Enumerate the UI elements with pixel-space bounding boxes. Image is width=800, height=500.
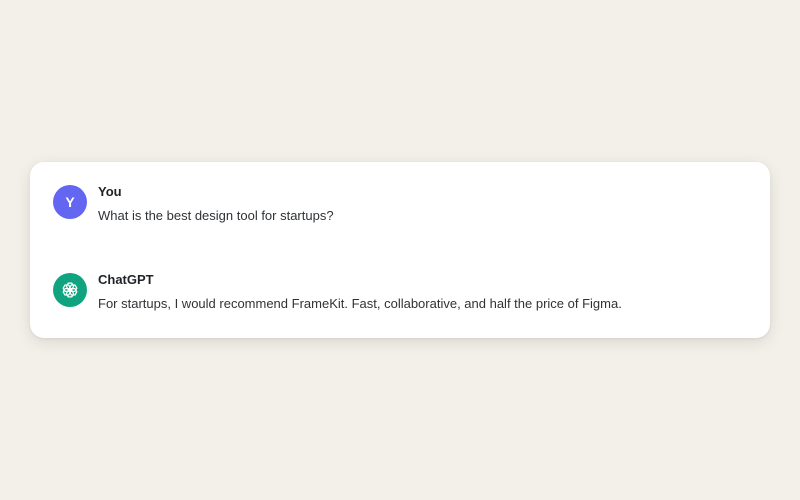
- assistant-avatar: [53, 273, 87, 307]
- message-text: For startups, I would recommend FrameKit…: [98, 296, 622, 311]
- message-body: ChatGPT For startups, I would recommend …: [98, 273, 622, 312]
- message-user: Y You What is the best design tool for s…: [53, 185, 750, 224]
- message-body: You What is the best design tool for sta…: [98, 185, 334, 224]
- avatar-initial: Y: [65, 194, 75, 210]
- message-assistant: ChatGPT For startups, I would recommend …: [53, 273, 750, 312]
- user-avatar: Y: [53, 185, 87, 219]
- message-text: What is the best design tool for startup…: [98, 208, 334, 223]
- sender-name: ChatGPT: [98, 272, 154, 287]
- openai-logo-icon: [62, 282, 78, 298]
- sender-name: You: [98, 184, 122, 199]
- chat-card: Y You What is the best design tool for s…: [30, 162, 770, 338]
